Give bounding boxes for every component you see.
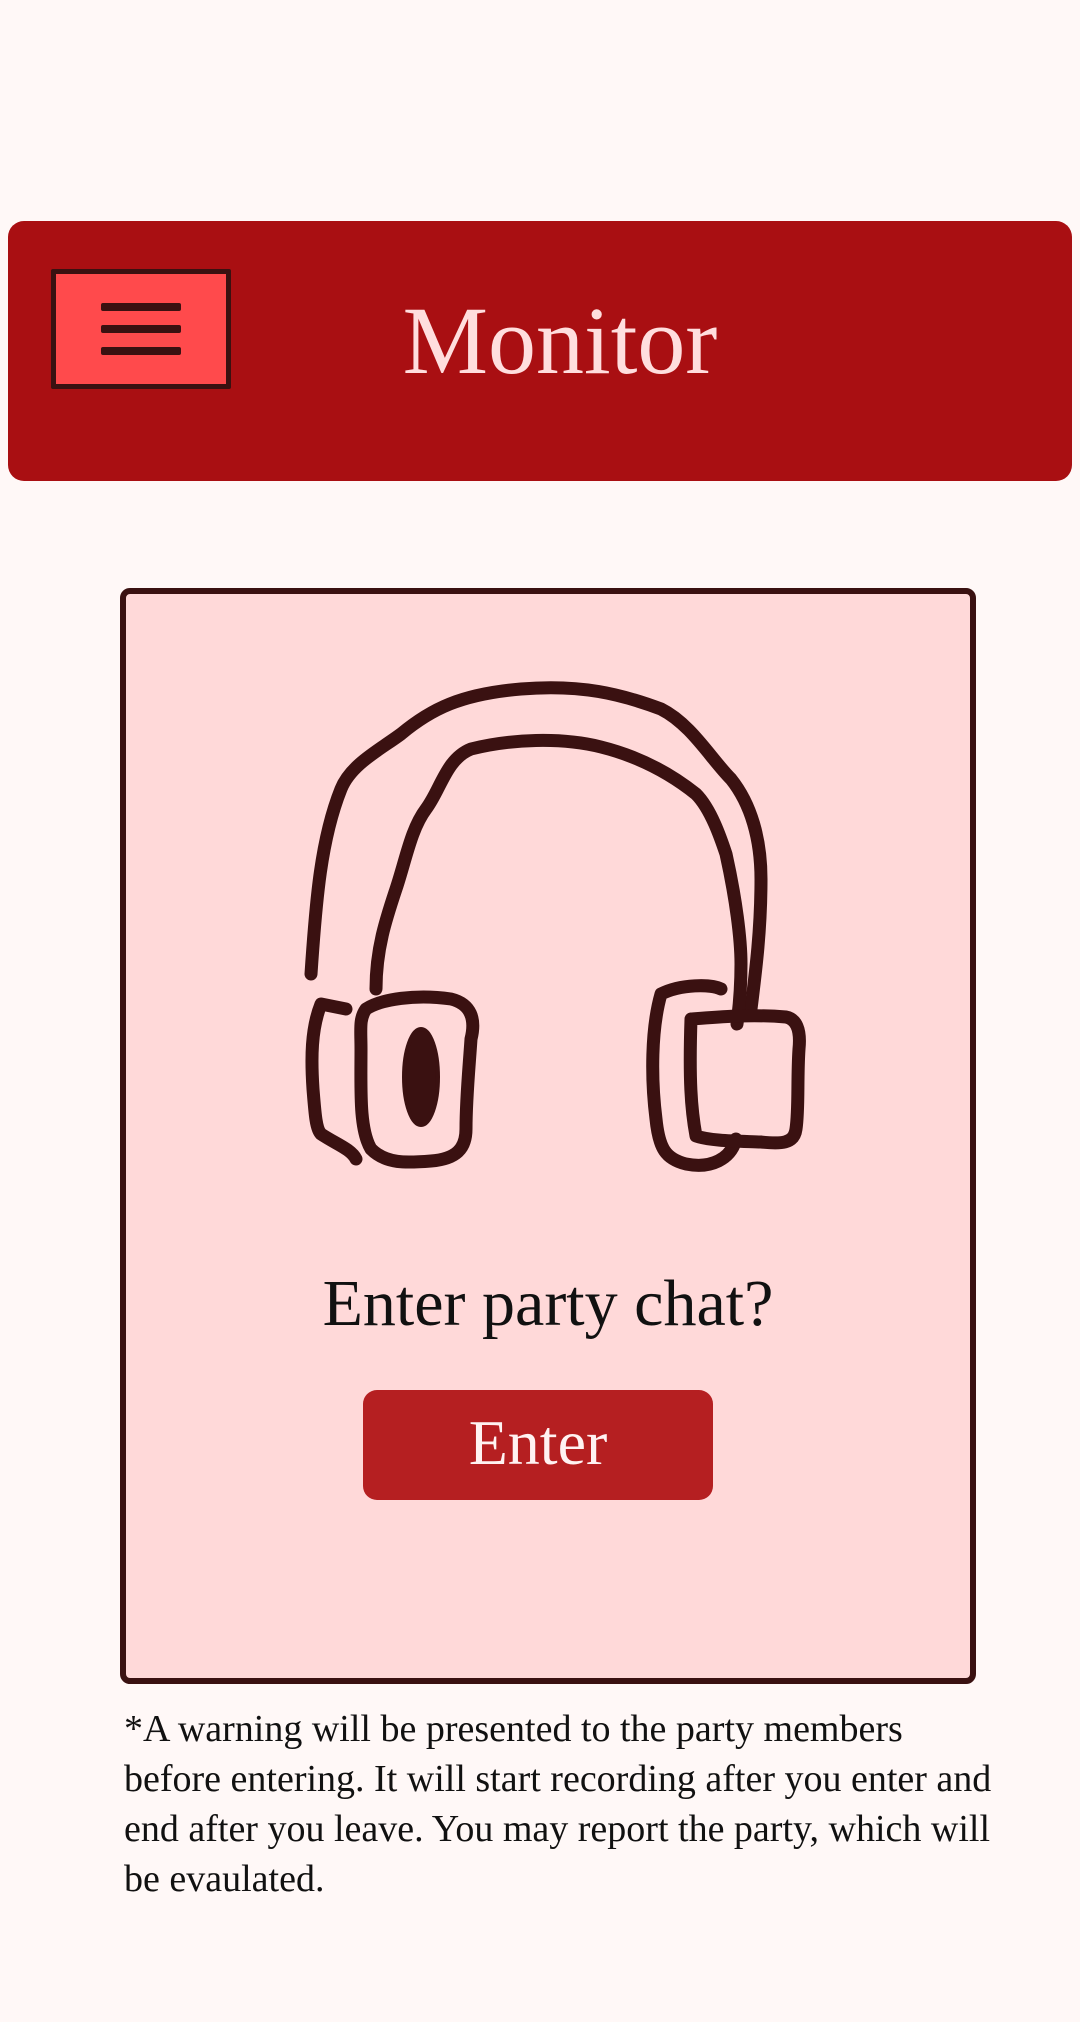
recording-warning-note: *A warning will be presented to the part… (124, 1708, 992, 1900)
headphones-icon (304, 681, 806, 1172)
party-chat-prompt: Enter party chat? (322, 1267, 774, 1340)
app-header: Monitor (8, 221, 1072, 481)
page-title: Monitor (402, 287, 718, 394)
enter-button[interactable]: Enter (363, 1390, 713, 1500)
party-chat-card: Enter party chat? Enter (120, 588, 976, 1684)
